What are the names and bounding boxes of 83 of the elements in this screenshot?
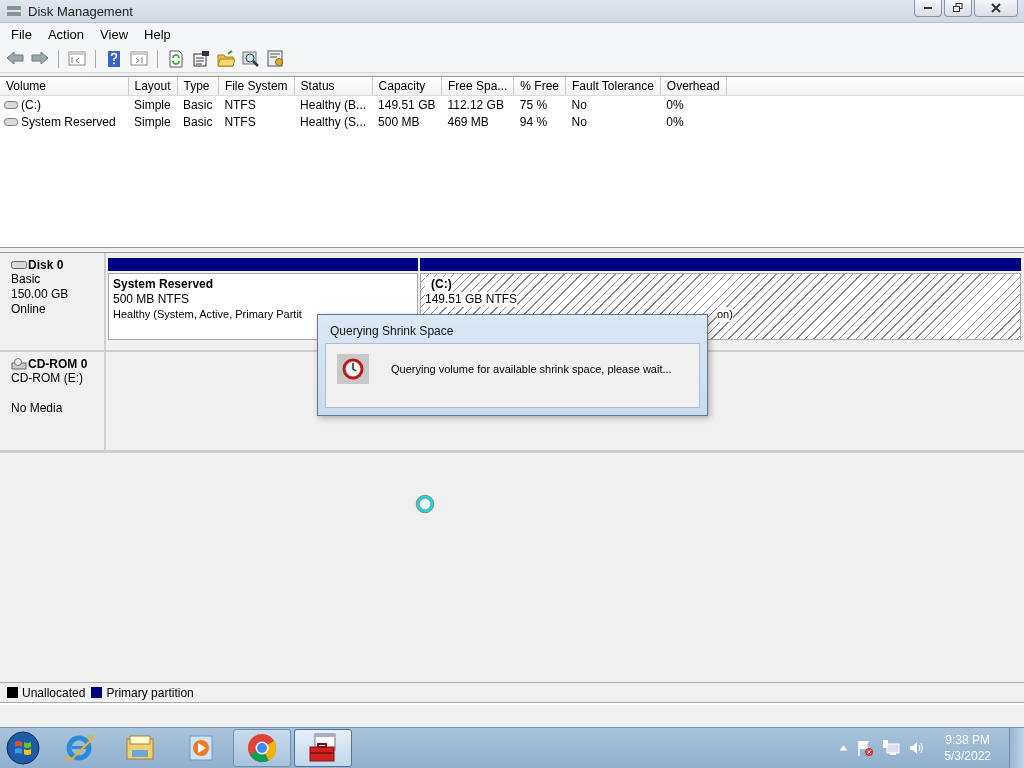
column-header[interactable]: Fault Tolerance	[565, 77, 661, 96]
table-cell: 112.12 GB	[441, 95, 514, 113]
table-cell: 0%	[660, 95, 727, 113]
panel-icon	[130, 49, 148, 68]
dialog-message: Querying volume for available shrink space, please wait...	[391, 362, 672, 377]
flag-icon[interactable]	[856, 739, 875, 757]
column-header[interactable]: Layout	[128, 77, 178, 96]
show-hidden-icon[interactable]	[839, 745, 849, 751]
table-cell: System Reserved	[21, 114, 116, 129]
column-header[interactable]: % Free	[513, 77, 566, 96]
menu-item[interactable]: Action	[39, 26, 93, 42]
tree-toggle-button[interactable]	[66, 48, 88, 69]
table-cell-text: No	[570, 113, 588, 130]
disk-detail: Online	[11, 302, 47, 317]
table-cell: (C:)	[21, 97, 41, 112]
partition-status: Healthy (System, Active, Primary Partit	[113, 307, 303, 322]
column-header[interactable]: Status	[294, 77, 373, 96]
disk-name: CD-ROM 0	[28, 357, 88, 371]
search-icon	[242, 49, 260, 68]
document-icon	[192, 49, 210, 68]
table-cell: Healthy (B...	[294, 95, 373, 113]
back-arrow-icon	[6, 49, 24, 68]
column-header[interactable]: Free Spa...	[441, 77, 514, 96]
drive-icon	[4, 117, 18, 126]
partition-name: System Reserved	[113, 277, 215, 292]
minimize-icon	[924, 7, 932, 9]
table-cell-text: Basic	[182, 113, 214, 130]
window-title: Disk Management	[28, 3, 134, 19]
browser-icon	[63, 732, 95, 764]
table-cell-text: Healthy (S...	[299, 113, 368, 130]
table-cell: NTFS	[218, 95, 295, 113]
table-cell: Simple	[128, 95, 178, 113]
legend-label: Unallocated	[22, 685, 86, 700]
partition-name: (C:)	[425, 277, 452, 292]
drive-icon	[6, 4, 22, 18]
folder-icon	[217, 49, 235, 68]
column-header[interactable]: Capacity	[372, 77, 442, 96]
table-cell-text: NTFS	[223, 113, 257, 130]
taskbar-button[interactable]	[294, 729, 352, 767]
menu-item[interactable]: File	[3, 26, 40, 42]
restore-button[interactable]	[944, 0, 972, 17]
disk-name: Disk 0	[28, 258, 64, 272]
column-header[interactable]: Type	[177, 77, 219, 96]
table-cell-text: 469 MB	[446, 113, 490, 130]
table-cell: 149.51 GB	[372, 95, 442, 113]
disk-detail: Basic	[11, 272, 42, 287]
column-header[interactable]: Overhead	[660, 77, 727, 96]
column-header[interactable]: Volume	[0, 77, 128, 96]
partition-size: 149.51 GB NTFS	[425, 292, 518, 307]
menu-item[interactable]: View	[92, 26, 137, 42]
disk-detail: CD-ROM (E:)	[11, 371, 84, 386]
panel-icon	[68, 49, 86, 68]
table-cell: 75 %	[513, 95, 566, 113]
network-icon[interactable]	[882, 739, 901, 757]
restore-icon	[953, 3, 963, 13]
legend-label: Primary partition	[106, 685, 194, 700]
minimize-button[interactable]	[914, 0, 942, 17]
partition-status: on)	[717, 307, 733, 322]
close-icon	[991, 3, 1001, 13]
close-button[interactable]	[974, 0, 1018, 17]
refresh-icon	[167, 49, 185, 68]
toolbox-icon	[307, 732, 339, 764]
properties-button[interactable]	[190, 48, 212, 69]
table-cell: Basic	[177, 95, 219, 113]
column-header[interactable]: File System	[218, 77, 295, 96]
forward-arrow-icon	[31, 49, 49, 68]
table-cell: No	[565, 95, 661, 113]
busy-cursor-icon	[414, 493, 436, 515]
help-icon	[105, 49, 123, 68]
browser-icon	[246, 732, 278, 764]
cd-drive-icon	[11, 358, 27, 370]
menu-item[interactable]: Help	[136, 26, 179, 42]
table-cell-text: Simple	[133, 113, 172, 130]
disk-detail: 150.00 GB	[11, 287, 70, 302]
partition-size: 500 MB NTFS	[113, 292, 191, 307]
drive-icon	[4, 100, 18, 109]
start-button[interactable]	[6, 731, 40, 765]
disk-detail: No Media	[11, 401, 64, 416]
table-cell-text: 0%	[665, 113, 685, 130]
clock-icon	[342, 358, 364, 380]
show-desktop-button[interactable]	[1009, 728, 1024, 768]
table-cell-text: 500 MB	[377, 113, 421, 130]
table-cell-text: 94 %	[518, 113, 549, 130]
